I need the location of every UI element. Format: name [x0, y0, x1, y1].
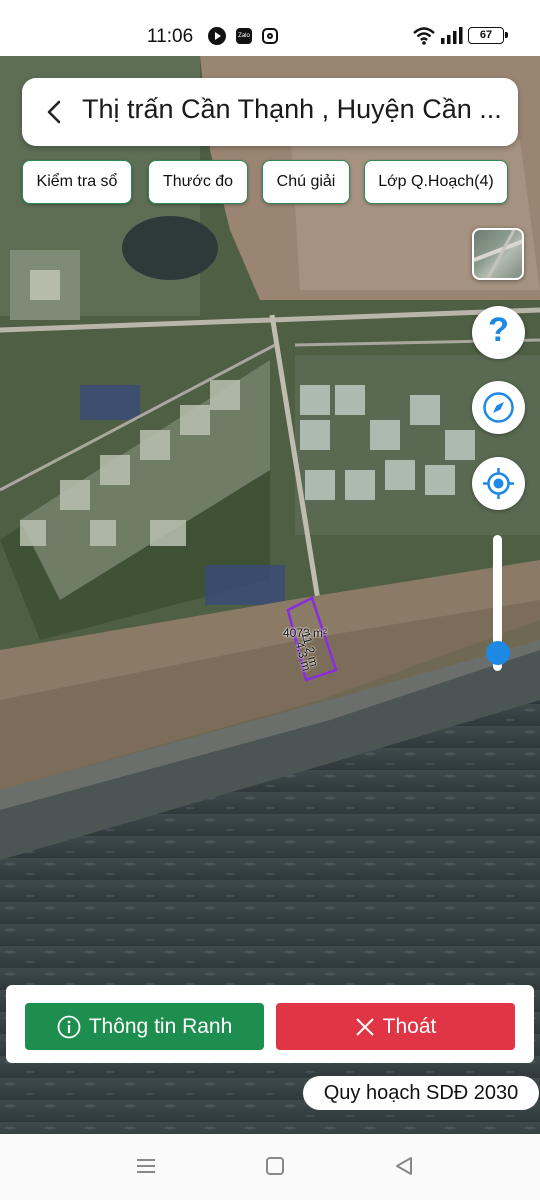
my-location-button[interactable] — [472, 457, 525, 510]
check-certificate-chip[interactable]: Kiểm tra sổ — [22, 160, 132, 204]
map-layer-toggle-button[interactable] — [472, 228, 524, 280]
home-icon[interactable] — [265, 1156, 285, 1176]
battery-indicator: 67 — [468, 27, 508, 44]
status-bar: 11:06 Zalo 67 — [0, 0, 540, 56]
location-title: Thị trấn Cần Thạnh , Huyện Cần ... — [82, 94, 502, 124]
planning-layers-chip[interactable]: Lớp Q.Hoạch(4) — [364, 160, 508, 204]
exit-label: Thoát — [382, 1014, 437, 1038]
signal-icon — [441, 27, 463, 44]
location-header: Thị trấn Cần Thạnh , Huyện Cần ... — [22, 78, 518, 146]
crosshair-location-icon — [483, 468, 514, 499]
info-icon — [57, 1015, 81, 1038]
question-icon: ? — [488, 311, 509, 349]
recent-apps-icon[interactable] — [136, 1156, 156, 1176]
exit-button[interactable]: Thoát — [276, 1003, 515, 1050]
bottom-action-panel: Thông tin Ranh Thoát — [6, 985, 534, 1063]
measure-tool-chip[interactable]: Thước đo — [148, 160, 248, 204]
status-time: 11:06 — [147, 26, 194, 47]
instagram-icon — [262, 28, 278, 44]
back-arrow-icon[interactable] — [40, 98, 68, 126]
compass-icon — [483, 392, 514, 423]
youtube-icon — [208, 27, 226, 45]
planning-layer-badge[interactable]: Quy hoạch SDĐ 2030 — [303, 1076, 539, 1110]
satellite-map[interactable] — [0, 56, 540, 1134]
zalo-icon: Zalo — [236, 28, 252, 44]
legend-chip[interactable]: Chú giải — [262, 160, 350, 204]
compass-button[interactable] — [472, 381, 525, 434]
satellite-thumbnail-icon — [474, 230, 522, 278]
wifi-icon — [413, 27, 435, 45]
system-navigation-bar — [0, 1134, 540, 1200]
map-imagery — [0, 56, 540, 1134]
help-button[interactable]: ? — [472, 306, 525, 359]
close-icon — [355, 1017, 374, 1036]
back-icon[interactable] — [394, 1156, 414, 1176]
boundary-info-label: Thông tin Ranh — [88, 1014, 233, 1038]
boundary-info-button[interactable]: Thông tin Ranh — [25, 1003, 264, 1050]
